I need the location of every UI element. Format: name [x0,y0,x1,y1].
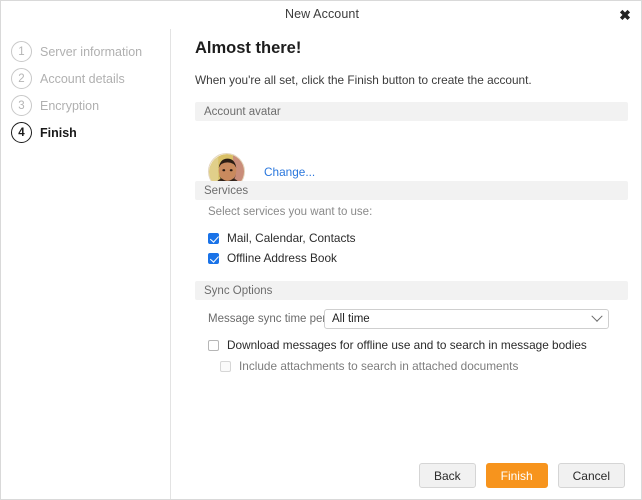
section-header-account-avatar: Account avatar [195,102,628,121]
sidebar-step-account-details[interactable]: 2 Account details [1,65,170,92]
step-label-server-information: Server information [40,44,143,59]
window-title: New Account [284,7,360,21]
checkbox-mail-calendar-contacts[interactable] [208,232,219,244]
sidebar-step-server-information[interactable]: 1 Server information [1,38,170,65]
checkbox-label-offline-address-book: Offline Address Book [227,251,337,265]
checkbox-row-offline-address-book[interactable]: Offline Address Book [208,251,337,265]
cancel-button[interactable]: Cancel [557,463,625,488]
checkbox-label-include-attachments: Include attachments to search in attache… [239,359,519,373]
sidebar-step-finish[interactable]: 4 Finish [1,119,170,146]
page-title: Almost there! [195,39,302,57]
checkbox-row-mail-calendar-contacts[interactable]: Mail, Calendar, Contacts [208,231,356,245]
step-number-3: 3 [11,95,32,116]
main-content: Almost there! When you're all set, click… [172,29,641,499]
checkbox-label-mail-calendar-contacts: Mail, Calendar, Contacts [227,231,356,245]
section-header-services: Services [195,181,628,200]
back-button[interactable]: Back [418,463,476,488]
change-avatar-link[interactable]: Change... [264,165,315,179]
checkbox-label-download-messages: Download messages for offline use and to… [227,338,587,352]
checkbox-row-include-attachments[interactable]: Include attachments to search in attache… [220,359,518,373]
checkbox-include-attachments[interactable] [220,360,231,372]
sync-period-value: All time [332,313,370,325]
new-account-dialog: New Account ✖ 1 Server information 2 Acc… [0,0,642,500]
checkbox-offline-address-book[interactable] [208,252,219,264]
step-label-finish: Finish [40,125,77,140]
dialog-footer: Back Finish Cancel [418,463,625,488]
close-icon[interactable]: ✖ [613,3,637,27]
step-label-encryption: Encryption [40,98,100,113]
checkbox-row-download-messages[interactable]: Download messages for offline use and to… [208,338,587,352]
section-header-sync-options: Sync Options [195,281,628,300]
page-subtitle: When you're all set, click the Finish bu… [195,73,532,87]
sync-period-select[interactable]: All time [324,309,609,329]
services-hint: Select services you want to use: [208,206,373,218]
chevron-down-icon [591,310,603,322]
step-label-account-details: Account details [40,71,125,86]
checkbox-download-messages[interactable] [208,339,219,351]
step-number-2: 2 [11,68,32,89]
step-number-1: 1 [11,41,32,62]
sidebar-step-encryption[interactable]: 3 Encryption [1,92,170,119]
finish-button[interactable]: Finish [485,463,548,488]
title-bar: New Account ✖ [1,1,641,29]
wizard-steps-sidebar: 1 Server information 2 Account details 3… [1,29,171,499]
step-number-4: 4 [11,122,32,143]
